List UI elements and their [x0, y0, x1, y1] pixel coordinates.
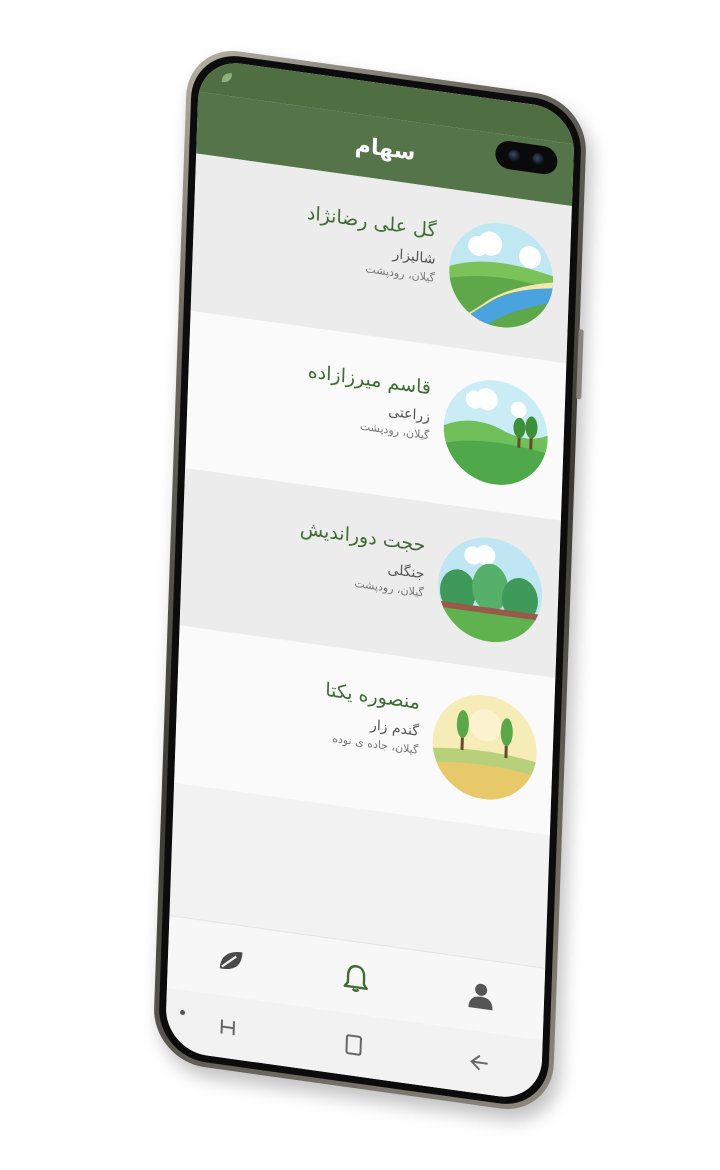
farm-info: حجت دوراندیش جنگلی گیلان، رودپشت — [298, 517, 440, 601]
wheat-field-icon — [430, 688, 539, 807]
page-title: سهام — [354, 132, 416, 166]
leaf-icon — [219, 951, 243, 969]
phone-mockup: سهام گل علی رضانژاد شالیزار گیلان، رودپش… — [152, 44, 588, 1116]
nav-notifications-button[interactable] — [335, 956, 376, 1001]
farm-owner-name: حجت دوراندیش — [299, 516, 426, 557]
home-button[interactable] — [333, 1022, 374, 1067]
phone-screen: سهام گل علی رضانژاد شالیزار گیلان، رودپش… — [164, 57, 576, 1103]
back-arrow-icon — [470, 1054, 488, 1071]
hills-landscape-icon — [441, 373, 550, 492]
nav-profile-button[interactable] — [461, 973, 502, 1018]
user-icon — [468, 983, 493, 1011]
farm-list: گل علی رضانژاد شالیزار گیلان، رودپشت قاس… — [169, 153, 572, 967]
farm-owner-name: قاسم میرزازاده — [307, 359, 432, 399]
farm-info: گل علی رضانژاد شالیزار گیلان، رودپشت — [305, 202, 451, 287]
nav-farms-button[interactable] — [210, 938, 251, 983]
indicator-dot — [180, 1009, 186, 1016]
back-button[interactable] — [458, 1040, 499, 1085]
farm-info: قاسم میرزازاده زراعتی گیلان، رودپشت — [306, 360, 445, 444]
leaf-icon — [221, 73, 233, 83]
camera-lens — [507, 149, 521, 163]
volume-key — [576, 329, 584, 400]
camera-lens — [532, 152, 545, 167]
river-landscape-icon — [447, 216, 555, 335]
farm-owner-name: منصوره یکتا — [324, 678, 421, 714]
home-icon — [345, 1034, 362, 1056]
bell-icon — [343, 965, 368, 992]
recents-button[interactable] — [208, 1005, 249, 1050]
farm-info: منصوره یکتا گندم زار گیلان، جاده ی نوده — [323, 678, 434, 758]
forest-landscape-icon — [436, 530, 544, 649]
recents-icon — [220, 1019, 235, 1036]
